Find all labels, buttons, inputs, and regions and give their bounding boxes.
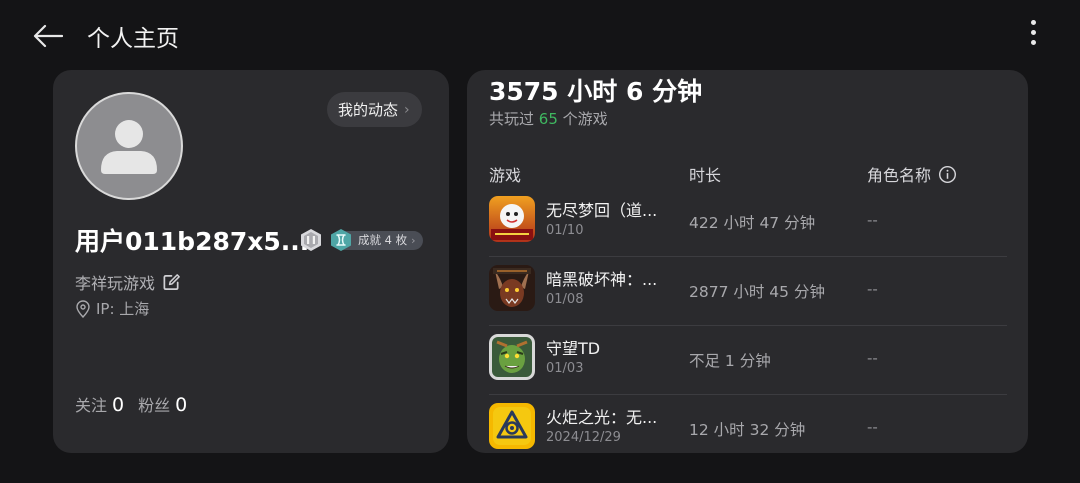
- game-icon-wujinmenghui: [489, 196, 535, 242]
- game-row[interactable]: 火炬之光：无... 2024/12/29 12 小时 32 分钟 --: [489, 395, 1007, 453]
- more-vertical-icon: [1030, 19, 1036, 25]
- achievement-hexagon-icon: [331, 229, 351, 251]
- game-name: 守望TD: [546, 339, 601, 358]
- my-feed-button[interactable]: 我的动态 ›: [327, 92, 422, 127]
- followers-label: 粉丝: [138, 396, 171, 415]
- default-user-avatar-icon: [101, 120, 157, 174]
- column-header-game: 游戏: [489, 166, 522, 185]
- game-role-name: --: [867, 211, 878, 229]
- ip-text: IP: 上海: [96, 300, 150, 318]
- bio-text: 李祥玩游戏: [75, 274, 156, 293]
- chevron-right-icon: ›: [404, 101, 410, 118]
- page-title: 个人主页: [87, 26, 179, 52]
- game-last-played: 01/03: [546, 361, 584, 376]
- follow-stats: 关注 0 粉丝 0: [75, 392, 187, 416]
- followers-value: 0: [175, 394, 188, 416]
- chevron-right-icon: ›: [411, 233, 416, 247]
- game-role-name: --: [867, 418, 878, 436]
- level-badge-icon[interactable]: [299, 228, 323, 252]
- game-icon-torchlight: [489, 403, 535, 449]
- game-duration: 不足 1 分钟: [689, 352, 771, 370]
- game-duration: 2877 小时 45 分钟: [689, 283, 825, 301]
- location-pin-icon: [76, 299, 90, 318]
- game-name: 暗黑破坏神：...: [546, 270, 658, 289]
- achievements-label: 成就 4 枚: [358, 233, 408, 247]
- game-name: 无尽梦回（道...: [546, 201, 658, 220]
- game-duration: 12 小时 32 分钟: [689, 421, 806, 439]
- ip-location: IP: 上海: [75, 298, 149, 319]
- my-feed-label: 我的动态: [338, 101, 399, 119]
- followers-count[interactable]: 粉丝 0: [138, 392, 187, 416]
- games-played-summary: 共玩过 65 个游戏: [489, 110, 608, 128]
- top-bar: 个人主页: [0, 0, 1080, 70]
- column-header-duration: 时长: [689, 166, 722, 185]
- more-options-button[interactable]: [1018, 14, 1048, 50]
- game-last-played: 01/10: [546, 223, 584, 238]
- username: 用户011b287x5...: [75, 227, 310, 256]
- arrow-left-icon: [33, 24, 63, 48]
- column-header-role: 角色名称: [867, 162, 957, 186]
- following-count[interactable]: 关注 0: [75, 392, 124, 416]
- games-played-count: 65: [538, 110, 558, 128]
- achievements-badge[interactable]: 成就 4 枚 ›: [329, 228, 423, 252]
- game-row[interactable]: 无尽梦回（道... 01/10 422 小时 47 分钟 --: [489, 188, 1007, 257]
- game-last-played: 01/08: [546, 292, 584, 307]
- avatar[interactable]: [75, 92, 183, 200]
- game-role-name: --: [867, 280, 878, 298]
- info-icon[interactable]: [938, 165, 957, 184]
- edit-icon[interactable]: [162, 273, 181, 292]
- game-row[interactable]: 守望TD 01/03 不足 1 分钟 --: [489, 326, 1007, 395]
- following-label: 关注: [75, 396, 108, 415]
- game-row[interactable]: 暗黑破坏神：... 01/08 2877 小时 45 分钟 --: [489, 257, 1007, 326]
- game-icon-diablo: [489, 265, 535, 311]
- following-value: 0: [112, 394, 125, 416]
- game-icon-shouwang-td: [489, 334, 535, 380]
- total-play-time: 3575 小时 6 分钟: [489, 77, 703, 106]
- game-duration: 422 小时 47 分钟: [689, 214, 816, 232]
- bio: 李祥玩游戏: [75, 270, 181, 294]
- game-name: 火炬之光：无...: [546, 408, 658, 427]
- profile-card: 我的动态 › 用户011b287x5... 成就 4 枚 › 李祥玩游戏 IP:…: [53, 70, 449, 453]
- play-stats-card: 3575 小时 6 分钟 共玩过 65 个游戏 游戏 时长 角色名称 无尽梦回（…: [467, 70, 1028, 453]
- back-button[interactable]: [30, 18, 66, 54]
- game-role-name: --: [867, 349, 878, 367]
- game-last-played: 2024/12/29: [546, 430, 621, 445]
